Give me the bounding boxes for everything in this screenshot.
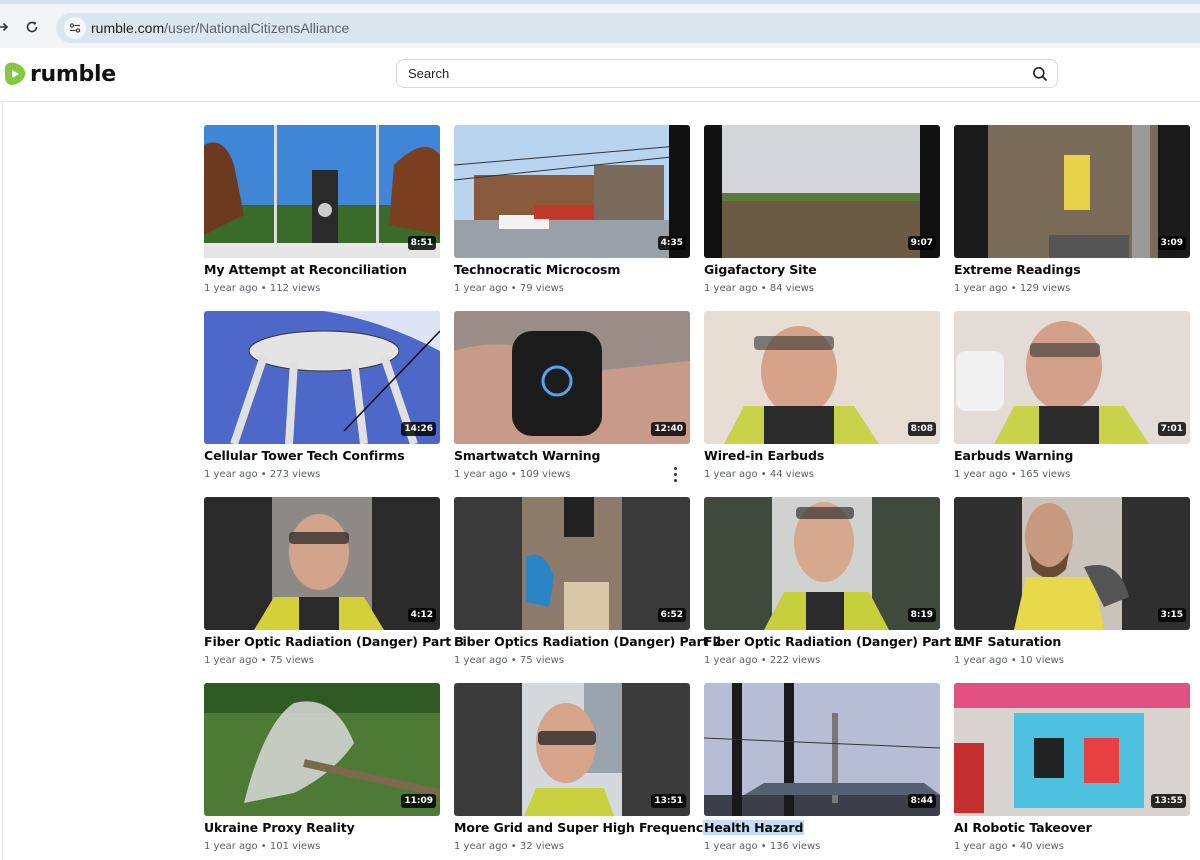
site-settings-icon[interactable] xyxy=(64,17,86,39)
video-title[interactable]: Health Hazard xyxy=(703,820,805,835)
video-duration: 3:15 xyxy=(1157,608,1186,622)
video-thumbnail[interactable]: 4:12 xyxy=(204,497,440,630)
video-thumbnail[interactable]: 4:35 xyxy=(454,125,690,258)
browser-toolbar: rumble.com/user/NationalCitizensAlliance xyxy=(0,4,1200,48)
logo-text: rumble xyxy=(30,61,116,87)
search-input[interactable]: Search xyxy=(396,59,1058,88)
video-meta: 1 year ago • 40 views xyxy=(954,841,1065,852)
video-meta: 1 year ago • 32 views xyxy=(454,841,565,852)
video-meta: 1 year ago • 10 views xyxy=(954,655,1065,666)
video-duration: 8:19 xyxy=(907,608,936,622)
video-duration: 11:09 xyxy=(401,794,436,808)
video-card[interactable]: 8:19 Fiber Optic Radiation (Danger) Part… xyxy=(704,497,964,672)
rumble-play-icon xyxy=(5,62,26,85)
forward-arrow-icon[interactable] xyxy=(0,16,14,38)
video-card[interactable]: 4:35 Technocratic Microcosm 1 year ago •… xyxy=(454,125,690,300)
video-duration: 4:12 xyxy=(407,608,436,622)
video-card[interactable]: 11:09 Ukraine Proxy Reality 1 year ago •… xyxy=(204,683,440,858)
video-duration: 14:26 xyxy=(401,422,436,436)
video-card[interactable]: 14:26 Cellular Tower Tech Confirms 1 yea… xyxy=(204,311,440,486)
video-meta: 1 year ago • 101 views xyxy=(204,841,321,852)
video-card[interactable]: 9:07 Gigafactory Site 1 year ago • 84 vi… xyxy=(704,125,940,300)
video-thumbnail[interactable]: 9:07 xyxy=(704,125,940,258)
video-title[interactable]: Earbuds Warning xyxy=(954,448,1073,463)
address-bar[interactable]: rumble.com/user/NationalCitizensAlliance xyxy=(56,13,1200,43)
video-title[interactable]: AI Robotic Takeover xyxy=(954,820,1092,835)
video-title[interactable]: Wired-in Earbuds xyxy=(704,448,824,463)
video-card[interactable]: 12:40 Smartwatch Warning 1 year ago • 10… xyxy=(454,311,690,486)
video-card[interactable]: 7:01 Earbuds Warning 1 year ago • 165 vi… xyxy=(954,311,1190,486)
video-thumbnail[interactable]: 3:09 xyxy=(954,125,1190,258)
video-card[interactable]: 6:52 Fiber Optics Radiation (Danger) Par… xyxy=(454,497,721,672)
video-card[interactable]: 8:08 Wired-in Earbuds 1 year ago • 44 vi… xyxy=(704,311,940,486)
more-options-icon[interactable] xyxy=(670,465,680,483)
video-title[interactable]: Fiber Optic Radiation (Danger) Part 3 xyxy=(204,634,464,649)
video-duration: 9:07 xyxy=(907,236,936,250)
video-card[interactable]: 4:12 Fiber Optic Radiation (Danger) Part… xyxy=(204,497,464,672)
video-title[interactable]: Extreme Readings xyxy=(954,262,1081,277)
video-duration: 3:09 xyxy=(1157,236,1186,250)
video-card[interactable]: 3:09 Extreme Readings 1 year ago • 129 v… xyxy=(954,125,1190,300)
video-duration: 8:08 xyxy=(907,422,936,436)
video-meta: 1 year ago • 75 views xyxy=(204,655,315,666)
sidebar-divider xyxy=(2,102,3,860)
video-title[interactable]: Fiber Optic Radiation (Danger) Part 1 xyxy=(704,634,964,649)
video-card[interactable]: 3:15 EMF Saturation 1 year ago • 10 view… xyxy=(954,497,1190,672)
video-thumbnail[interactable]: 12:40 xyxy=(454,311,690,444)
video-thumbnail[interactable]: 13:51 xyxy=(454,683,690,816)
video-title[interactable]: My Attempt at Reconciliation xyxy=(204,262,407,277)
url-path: /user/NationalCitizensAlliance xyxy=(164,20,350,36)
rumble-logo[interactable]: rumble xyxy=(4,60,116,88)
video-title[interactable]: Technocratic Microcosm xyxy=(454,262,620,277)
video-thumbnail[interactable]: 7:01 xyxy=(954,311,1190,444)
video-meta: 1 year ago • 84 views xyxy=(704,283,815,294)
video-duration: 7:01 xyxy=(1157,422,1186,436)
video-meta: 1 year ago • 75 views xyxy=(454,655,565,666)
video-meta: 1 year ago • 112 views xyxy=(204,283,321,294)
site-header: rumble Search xyxy=(0,48,1200,102)
video-meta: 1 year ago • 222 views xyxy=(704,655,821,666)
video-meta: 1 year ago • 136 views xyxy=(704,841,821,852)
video-title[interactable]: Smartwatch Warning xyxy=(454,448,601,463)
reload-icon[interactable] xyxy=(21,16,43,38)
video-meta: 1 year ago • 44 views xyxy=(704,469,815,480)
url-host: rumble.com xyxy=(91,20,165,36)
video-thumbnail[interactable]: 8:44 xyxy=(704,683,940,816)
video-title[interactable]: EMF Saturation xyxy=(954,634,1061,649)
url-text[interactable]: rumble.com/user/NationalCitizensAlliance xyxy=(91,20,349,36)
video-thumbnail[interactable]: 8:19 xyxy=(704,497,940,630)
search-icon[interactable] xyxy=(1032,66,1048,87)
video-title[interactable]: Fiber Optics Radiation (Danger) Part 2 xyxy=(454,634,721,649)
video-duration: 6:52 xyxy=(657,608,686,622)
video-title[interactable]: Cellular Tower Tech Confirms xyxy=(204,448,405,463)
video-duration: 13:55 xyxy=(1151,794,1186,808)
video-card[interactable]: 8:44 Health Hazard 1 year ago • 136 view… xyxy=(703,683,940,858)
video-meta: 1 year ago • 129 views xyxy=(954,283,1071,294)
video-card[interactable]: 13:51 More Grid and Super High Frequency… xyxy=(454,683,711,858)
video-thumbnail[interactable]: 11:09 xyxy=(204,683,440,816)
video-thumbnail[interactable]: 13:55 xyxy=(954,683,1190,816)
video-card[interactable]: 8:51 My Attempt at Reconciliation 1 year… xyxy=(204,125,440,300)
video-title[interactable]: Ukraine Proxy Reality xyxy=(204,820,355,835)
video-meta: 1 year ago • 109 views xyxy=(454,469,571,480)
video-duration: 8:44 xyxy=(907,794,936,808)
video-thumbnail[interactable]: 8:08 xyxy=(704,311,940,444)
video-duration: 4:35 xyxy=(657,236,686,250)
video-duration: 12:40 xyxy=(651,422,686,436)
search-placeholder: Search xyxy=(408,66,450,81)
video-thumbnail[interactable]: 3:15 xyxy=(954,497,1190,630)
video-meta: 1 year ago • 165 views xyxy=(954,469,1071,480)
video-title[interactable]: Gigafactory Site xyxy=(704,262,817,277)
video-duration: 13:51 xyxy=(651,794,686,808)
video-card[interactable]: 13:55 AI Robotic Takeover 1 year ago • 4… xyxy=(954,683,1190,858)
video-title[interactable]: More Grid and Super High Frequency xyxy=(454,820,711,835)
video-thumbnail[interactable]: 8:51 xyxy=(204,125,440,258)
video-duration: 8:51 xyxy=(407,236,436,250)
video-thumbnail[interactable]: 14:26 xyxy=(204,311,440,444)
video-meta: 1 year ago • 79 views xyxy=(454,283,565,294)
video-meta: 1 year ago • 273 views xyxy=(204,469,321,480)
video-thumbnail[interactable]: 6:52 xyxy=(454,497,690,630)
